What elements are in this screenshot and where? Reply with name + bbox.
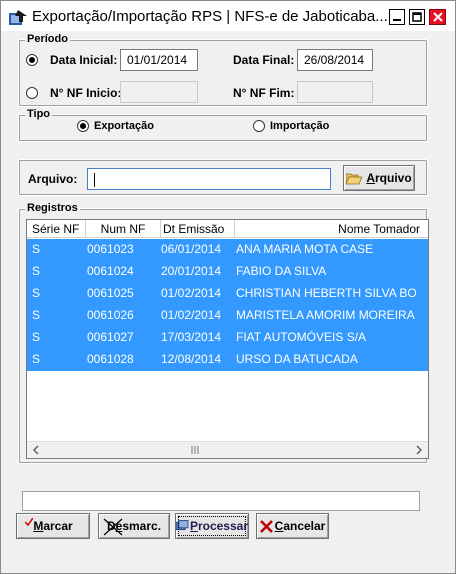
maximize-button[interactable] <box>409 9 425 25</box>
table-row[interactable]: S 0061027 17/03/2014 FIAT AUTOMÓVEIS S/A <box>27 327 428 349</box>
cancelar-label: ancelar <box>283 519 326 533</box>
processar-button[interactable]: Processar <box>175 513 249 539</box>
scroll-right-icon[interactable] <box>412 442 426 458</box>
exportacao-label: Exportação <box>94 120 154 132</box>
marcar-label: arcar <box>43 519 73 533</box>
table-row[interactable]: S 0061028 12/08/2014 URSO DA BATUCADA <box>27 349 428 371</box>
col-dt-emissao[interactable]: Dt Emissão <box>161 220 235 238</box>
cell-serie: S <box>32 242 41 256</box>
process-icon <box>176 520 189 531</box>
col-num-nf[interactable]: Num NF <box>86 220 161 238</box>
col-serie-nf[interactable]: Série NF <box>27 220 86 238</box>
table-row[interactable]: S 0061023 06/01/2014 ANA MARIA MOTA CASE <box>27 239 428 261</box>
minimize-button[interactable] <box>389 9 405 25</box>
cell-num: 0061025 <box>87 286 134 300</box>
data-inicial-field[interactable]: 01/01/2014 <box>120 49 198 71</box>
table-row[interactable]: S 0061026 01/02/2014 MARISTELA AMORIM MO… <box>27 305 428 327</box>
nf-fim-label: N° NF Fim: <box>233 86 295 100</box>
arquivo-button-label: rquivo <box>375 171 412 185</box>
cell-num: 0061023 <box>87 242 134 256</box>
cell-serie: S <box>32 330 41 344</box>
scroll-left-icon[interactable] <box>29 442 43 458</box>
scroll-grip-icon <box>191 446 199 454</box>
data-inicial-label: Data Inicial: <box>50 53 118 67</box>
cell-nome: CHRISTIAN HEBERTH SILVA BO <box>236 286 417 300</box>
cell-nome: ANA MARIA MOTA CASE <box>236 242 374 256</box>
cell-data: 06/01/2014 <box>161 242 222 256</box>
cancelar-u: C <box>274 519 284 533</box>
nf-inicio-field[interactable] <box>120 81 198 103</box>
cell-data: 17/03/2014 <box>161 330 222 344</box>
cell-nome: URSO DA BATUCADA <box>236 352 358 366</box>
periodo-data-radio[interactable] <box>26 54 38 66</box>
scrollbar-thumb[interactable] <box>44 444 360 456</box>
cell-num: 0061026 <box>87 308 134 322</box>
cell-num: 0061027 <box>87 330 134 344</box>
processar-label: rocessar <box>197 519 248 533</box>
arquivo-button[interactable]: Arquivo <box>343 165 415 191</box>
close-icon <box>432 12 443 22</box>
title-bar[interactable]: Exportação/Importação RPS | NFS-e de Jab… <box>1 1 455 31</box>
cell-serie: S <box>32 308 41 322</box>
registros-grid[interactable]: Série NF Num NF Dt Emissão Nome Tomador … <box>26 219 429 459</box>
cell-serie: S <box>32 264 41 278</box>
nf-fim-field[interactable] <box>297 81 373 103</box>
grid-header: Série NF Num NF Dt Emissão Nome Tomador <box>27 220 428 238</box>
cell-nome: FABIO DA SILVA <box>236 264 327 278</box>
cell-num: 0061024 <box>87 264 134 278</box>
status-field <box>22 491 420 511</box>
cell-data: 01/02/2014 <box>161 286 222 300</box>
cell-serie: S <box>32 286 41 300</box>
desmarcar-button[interactable]: Desmarc. <box>98 513 170 539</box>
arquivo-field[interactable] <box>87 168 331 190</box>
importacao-radio[interactable] <box>253 120 265 132</box>
arquivo-button-label-u: A <box>366 171 375 185</box>
periodo-legend: Período <box>25 33 70 45</box>
cell-serie: S <box>32 352 41 366</box>
nf-inicio-label: N° NF Inicio: <box>50 86 122 100</box>
minimize-icon <box>393 19 401 21</box>
main-window: Exportação/Importação RPS | NFS-e de Jab… <box>0 0 456 574</box>
tipo-legend: Tipo <box>25 108 53 120</box>
cell-nome: FIAT AUTOMÓVEIS S/A <box>236 330 367 344</box>
processar-u: P <box>189 519 198 533</box>
folder-open-icon <box>346 173 363 184</box>
table-row[interactable]: S 0061024 20/01/2014 FABIO DA SILVA <box>27 261 428 283</box>
data-final-field[interactable]: 26/08/2014 <box>297 49 373 71</box>
close-button[interactable] <box>429 9 446 25</box>
importacao-label: Importação <box>270 120 330 132</box>
desmarc-label: smarc. <box>122 519 162 533</box>
maximize-icon <box>412 12 422 22</box>
periodo-nf-radio[interactable] <box>26 87 38 99</box>
data-final-label: Data Final: <box>233 53 295 67</box>
cell-data: 12/08/2014 <box>161 352 222 366</box>
cell-num: 0061028 <box>87 352 134 366</box>
app-icon <box>9 10 27 25</box>
registros-legend: Registros <box>25 202 80 214</box>
col-nome-tomador[interactable]: Nome Tomador <box>235 220 428 238</box>
marcar-u: M <box>33 519 44 533</box>
exportacao-radio[interactable] <box>77 120 89 132</box>
cancel-x-icon <box>259 519 273 533</box>
cell-data: 01/02/2014 <box>161 308 222 322</box>
table-row[interactable]: S 0061025 01/02/2014 CHRISTIAN HEBERTH S… <box>27 283 428 305</box>
cell-nome: MARISTELA AMORIM MOREIRA <box>236 308 415 322</box>
check-mark-icon <box>25 518 33 526</box>
text-cursor <box>94 172 95 187</box>
uncheck-icon <box>103 518 123 536</box>
arquivo-label: Arquivo: <box>28 172 78 186</box>
window-title: Exportação/Importação RPS | NFS-e de Jab… <box>32 8 388 25</box>
marcar-button[interactable]: Marcar <box>16 513 90 539</box>
cell-data: 20/01/2014 <box>161 264 222 278</box>
horizontal-scrollbar[interactable] <box>27 441 428 458</box>
cancelar-button[interactable]: Cancelar <box>256 513 329 539</box>
